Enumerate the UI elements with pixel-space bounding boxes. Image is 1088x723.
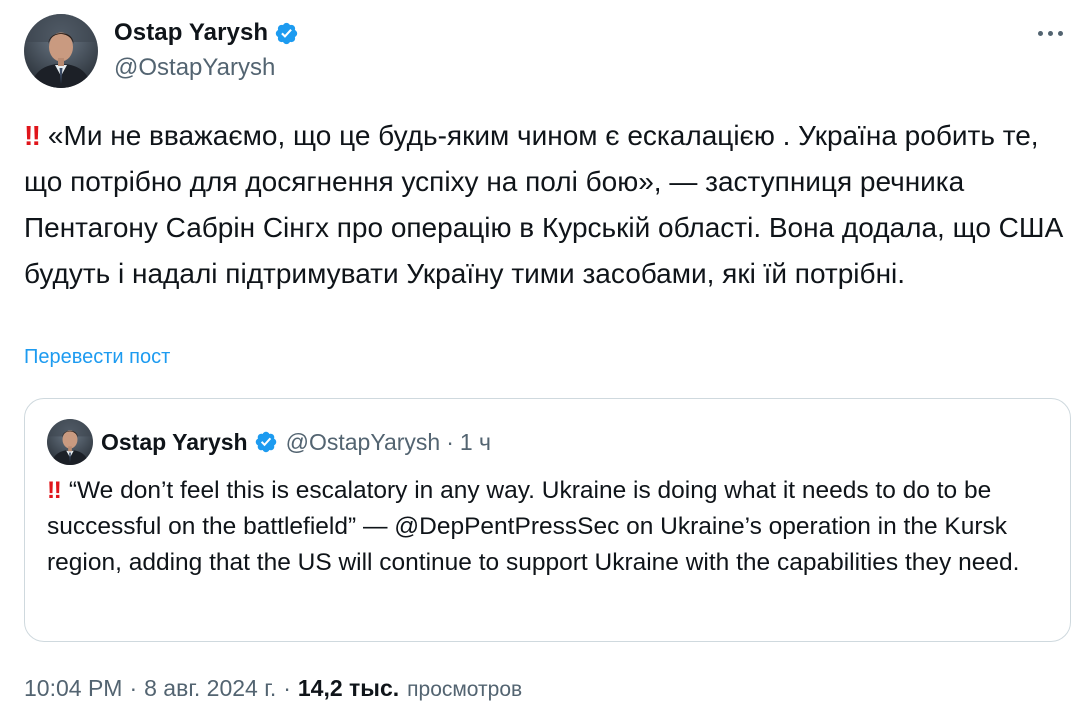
more-horizontal-icon <box>1037 30 1043 36</box>
meta-separator: · <box>129 675 138 701</box>
verified-badge-icon <box>274 21 299 46</box>
views-label: просмотров <box>407 678 523 701</box>
verified-badge-icon <box>254 430 278 454</box>
quoted-timestamp[interactable]: 1 ч <box>460 429 491 456</box>
quoted-author-avatar[interactable] <box>47 419 93 465</box>
more-dot <box>1057 30 1063 36</box>
avatar-image <box>24 14 98 88</box>
quoted-separator: · <box>446 428 454 455</box>
more-dot <box>1047 30 1053 36</box>
more-options-button[interactable] <box>1032 18 1068 48</box>
author-avatar[interactable] <box>24 14 98 88</box>
tweet-time[interactable]: 10:04 PM <box>24 675 122 702</box>
views-count: 14,2 тыс. <box>297 675 400 701</box>
double-exclamation-emoji: ‼ <box>24 120 41 151</box>
author-handle[interactable]: @OstapYarysh <box>114 54 275 82</box>
author-name-row[interactable]: Ostap Yarysh <box>114 16 299 50</box>
tweet: Ostap Yarysh @OstapYarysh ‼ «Ми не вважає… <box>0 0 1088 723</box>
tweet-body: «Ми не вважаємо, що це будь-яким чином є… <box>24 120 1072 289</box>
tweet-text: ‼ «Ми не вважаємо, що це будь-яким чином … <box>24 113 1064 297</box>
quoted-avatar-image <box>47 419 93 465</box>
quoted-tweet-header: Ostap Yarysh @OstapYarysh · 1 ч <box>101 425 491 459</box>
quoted-tweet-card[interactable]: Ostap Yarysh @OstapYarysh · 1 ч ‼ “We don… <box>24 398 1071 642</box>
quoted-tweet-text: ‼ “We don’t feel this is escalatory in an… <box>47 473 1047 581</box>
translate-post-link[interactable]: Перевести пост <box>24 346 170 369</box>
tweet-meta: 10:04 PM · 8 авг. 2024 г. · 14,2 тыс. пр… <box>24 675 522 702</box>
quoted-author-handle[interactable]: @OstapYarysh <box>286 429 441 456</box>
double-exclamation-emoji: ‼ <box>47 477 62 504</box>
quoted-tweet-body: “We don’t feel this is escalatory in any… <box>47 477 1020 576</box>
tweet-date[interactable]: 8 авг. 2024 г. <box>144 675 276 702</box>
quoted-author-name[interactable]: Ostap Yarysh <box>101 429 248 456</box>
meta-separator: · <box>283 675 291 701</box>
author-name[interactable]: Ostap Yarysh <box>114 19 268 47</box>
